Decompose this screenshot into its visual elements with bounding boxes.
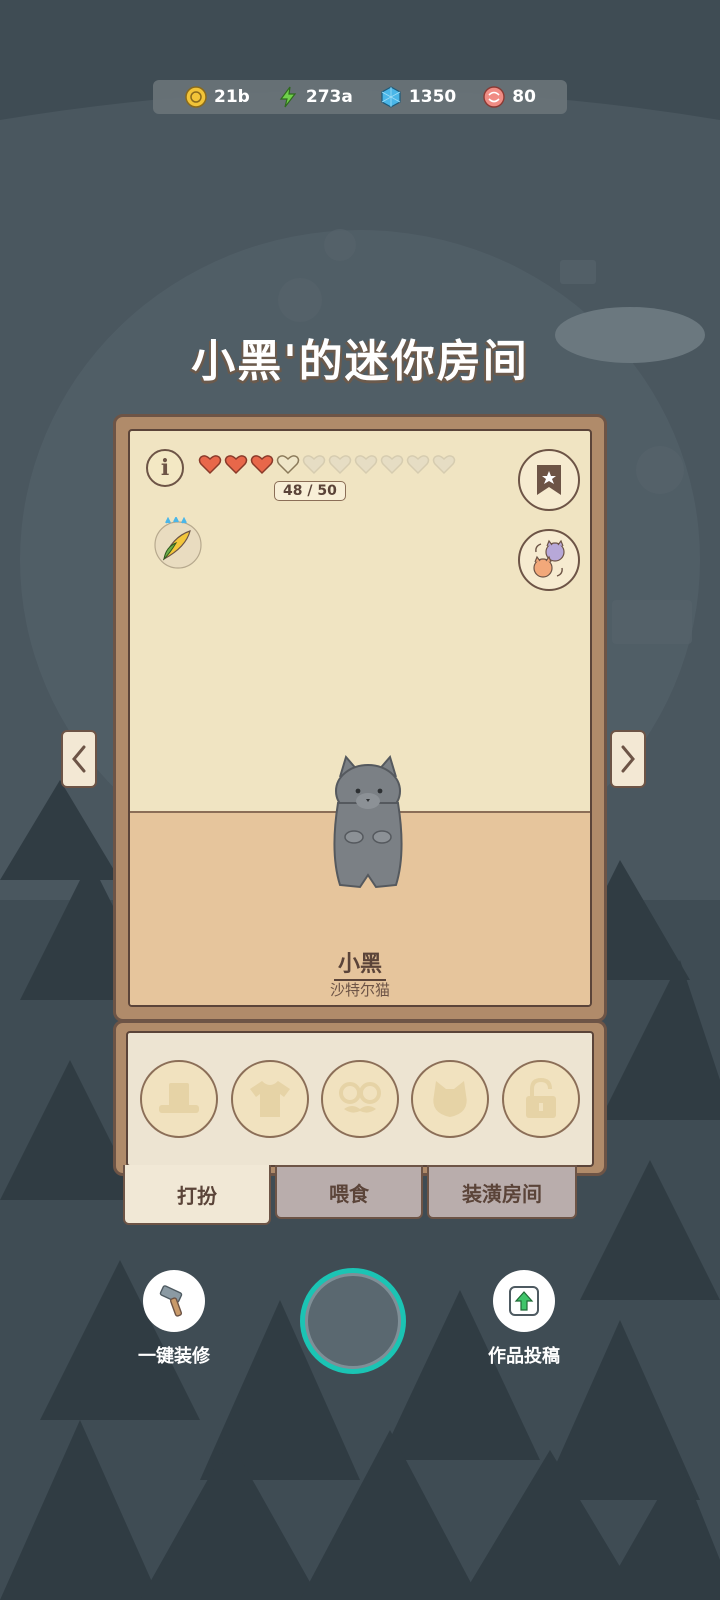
coin-value: 21b (214, 87, 250, 107)
coin-resource[interactable]: 21b (184, 85, 250, 109)
submit-button[interactable] (493, 1270, 555, 1332)
info-button[interactable]: i (146, 449, 184, 487)
cats-swap-icon (533, 539, 565, 578)
pet-name: 小黑 (130, 946, 590, 981)
body-slot[interactable] (411, 1060, 490, 1138)
submit-label: 作品投稿 (488, 1346, 560, 1367)
gem-value: 1350 (408, 87, 457, 107)
corn-icon (154, 515, 202, 569)
unlock-padlock-icon (525, 1078, 556, 1118)
room-frame: i 48 / 50 小黑 沙特尔猫 (113, 414, 607, 1022)
heart-icon (380, 455, 404, 475)
previous-room-button[interactable] (61, 730, 97, 788)
tab-dress-up[interactable]: 打扮 (123, 1165, 271, 1225)
blue-gem-icon (379, 85, 403, 109)
top-hat-icon (159, 1083, 200, 1113)
bookmark-button[interactable] (518, 449, 580, 511)
shirt-icon (249, 1081, 290, 1117)
coin-icon (184, 85, 208, 109)
one-click-renovate-action[interactable]: 一键装修 (138, 1270, 210, 1368)
hammer-icon (159, 1285, 183, 1317)
resource-bar: 21b 273a 1350 80 (153, 80, 567, 114)
heart-icon (354, 455, 378, 475)
heart-icon (224, 455, 248, 475)
renovate-label: 一键装修 (138, 1346, 210, 1367)
affection-progress-label: 48 / 50 (274, 481, 346, 501)
glasses-mustache-icon (338, 1082, 381, 1113)
heart-icon (328, 455, 352, 475)
heart-icon (432, 455, 456, 475)
room-view: i 48 / 50 小黑 沙特尔猫 (128, 429, 592, 1007)
outfit-slots (126, 1031, 594, 1167)
candy-icon (482, 85, 506, 109)
locked-slot[interactable] (501, 1060, 580, 1138)
glasses-slot[interactable] (320, 1060, 399, 1138)
pet-breed: 沙特尔猫 (329, 981, 390, 999)
next-room-button[interactable] (610, 730, 646, 788)
chevron-left-icon (72, 745, 86, 773)
pet-cat-figure[interactable] (326, 753, 410, 895)
heart-icon (302, 455, 326, 475)
swap-cats-button[interactable] (518, 529, 580, 591)
room-title: 小黑'的迷你房间 (191, 336, 529, 387)
tab-feed[interactable]: 喂食 (275, 1165, 423, 1219)
dress-up-panel (113, 1020, 607, 1176)
main-photo-button[interactable] (300, 1268, 406, 1374)
main-button-face (305, 1273, 401, 1369)
bookmark-star-icon (537, 465, 561, 495)
energy-value: 273a (305, 87, 353, 107)
heart-icon (250, 455, 274, 475)
gem-resource[interactable]: 1350 (379, 85, 456, 109)
renovate-button[interactable] (143, 1270, 205, 1332)
energy-resource[interactable]: 273a (276, 85, 353, 109)
energy-bolt-icon (276, 85, 300, 109)
candy-value: 80 (512, 87, 536, 107)
panel-tabs: 打扮 喂食 装潢房间 (123, 1165, 579, 1225)
submit-work-action[interactable]: 作品投稿 (488, 1270, 560, 1368)
candy-resource[interactable]: 80 (482, 85, 536, 109)
heart-icon (406, 455, 430, 475)
heart-icon (276, 455, 300, 475)
pet-name-text: 小黑 (333, 952, 386, 981)
corn-food-badge[interactable] (152, 515, 204, 569)
tab-decorate-room[interactable]: 装潢房间 (427, 1165, 577, 1219)
clothes-slot[interactable] (230, 1060, 309, 1138)
gray-cat-icon (333, 754, 403, 889)
heart-icon (198, 455, 222, 475)
hat-slot[interactable] (140, 1060, 219, 1138)
cat-head-icon (433, 1081, 468, 1117)
chevron-right-icon (621, 745, 635, 773)
affection-hearts (198, 453, 456, 475)
upload-arrow-icon (509, 1286, 539, 1316)
